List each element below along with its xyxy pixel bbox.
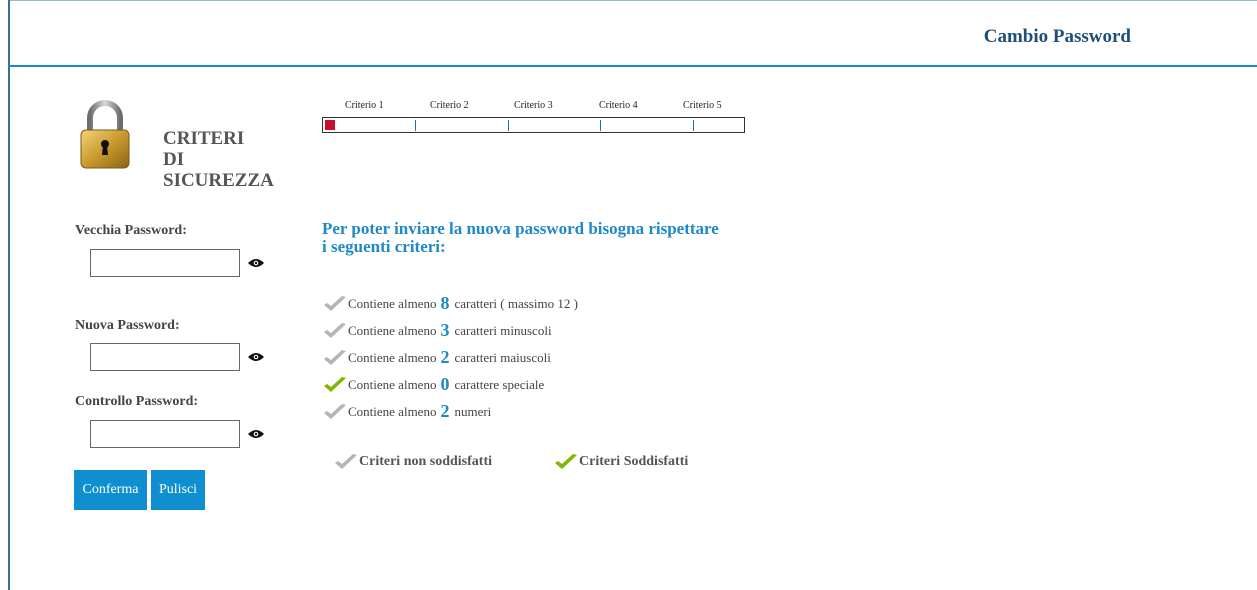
checkmark-gray-icon bbox=[335, 454, 357, 469]
eye-icon[interactable] bbox=[248, 258, 264, 268]
criterion-suffix: caratteri minuscoli bbox=[454, 322, 552, 338]
password-strength-bar bbox=[322, 117, 745, 133]
criterion-prefix: Contiene almeno bbox=[348, 349, 437, 365]
criterion-prefix: Contiene almeno bbox=[348, 376, 437, 392]
old-password-label: Vecchia Password: bbox=[75, 223, 187, 238]
new-password-input[interactable] bbox=[90, 343, 240, 371]
criterion-label: Criterio 1 bbox=[345, 100, 384, 111]
legend-satisfied: Criteri Soddisfatti bbox=[553, 452, 688, 472]
criterion-prefix: Contiene almeno bbox=[348, 403, 437, 419]
criterion-row: Contiene almeno 0 carattere speciale bbox=[322, 371, 578, 398]
page-title: Cambio Password bbox=[983, 26, 1131, 47]
checkmark-green-icon bbox=[555, 454, 577, 469]
criterion-count: 2 bbox=[440, 347, 450, 367]
criteria-list: Contiene almeno 8 caratteri ( massimo 12 )… bbox=[322, 290, 578, 425]
criterion-suffix: numeri bbox=[454, 403, 492, 419]
eye-icon[interactable] bbox=[248, 352, 264, 362]
header-divider bbox=[8, 65, 1257, 67]
title-line: DI bbox=[163, 149, 185, 170]
checkmark-icon bbox=[324, 322, 346, 338]
criterion-suffix: caratteri maiuscoli bbox=[454, 349, 551, 365]
new-password-label: Nuova Password: bbox=[75, 318, 180, 333]
checkmark-icon bbox=[324, 403, 346, 419]
legend-label: Criteri Soddisfatti bbox=[579, 454, 689, 469]
criterion-count: 0 bbox=[440, 374, 450, 394]
criterion-suffix: carattere speciale bbox=[454, 376, 545, 392]
confirm-password-input[interactable] bbox=[90, 420, 240, 448]
checkmark-icon bbox=[324, 349, 346, 365]
criterion-count: 2 bbox=[440, 401, 450, 421]
checkmark-icon bbox=[324, 295, 346, 311]
bar-divider bbox=[693, 120, 694, 131]
criterion-label: Criterio 5 bbox=[683, 100, 722, 111]
legend-label: Criteri non soddisfatti bbox=[359, 454, 492, 469]
criterion-count: 8 bbox=[440, 293, 450, 313]
criterion-label: Criterio 4 bbox=[599, 100, 638, 111]
criterion-label: Criterio 2 bbox=[430, 100, 469, 111]
eye-icon[interactable] bbox=[248, 429, 264, 439]
criterion-count: 3 bbox=[440, 320, 450, 340]
legend-not-satisfied: Criteri non soddisfatti bbox=[333, 452, 492, 472]
criterion-row: Contiene almeno 2 caratteri maiuscoli bbox=[322, 344, 578, 371]
title-line: CRITERI bbox=[163, 128, 245, 149]
criterion-row: Contiene almeno 3 caratteri minuscoli bbox=[322, 317, 578, 344]
strength-fill bbox=[325, 120, 335, 130]
criterion-prefix: Contiene almeno bbox=[348, 322, 437, 338]
criterion-suffix: caratteri ( massimo 12 ) bbox=[454, 295, 578, 311]
window-top-border bbox=[8, 0, 1257, 1]
criterion-prefix: Contiene almeno bbox=[348, 295, 437, 311]
padlock-icon bbox=[80, 100, 130, 169]
bar-divider bbox=[600, 120, 601, 131]
title-line: SICUREZZA bbox=[163, 170, 274, 191]
checkmark-icon bbox=[324, 376, 346, 392]
window-left-border bbox=[8, 0, 10, 590]
confirm-password-label: Controllo Password: bbox=[75, 394, 199, 409]
criterion-label: Criterio 3 bbox=[514, 100, 553, 111]
clear-button[interactable]: Pulisci bbox=[151, 470, 205, 510]
bar-divider bbox=[415, 120, 416, 131]
criterion-row: Contiene almeno 8 caratteri ( massimo 12 ) bbox=[322, 290, 578, 317]
criterion-row: Contiene almeno 2 numeri bbox=[322, 398, 578, 425]
bar-divider bbox=[508, 120, 509, 131]
criteria-intro: Per poter inviare la nuova password biso… bbox=[322, 219, 719, 256]
confirm-button[interactable]: Conferma bbox=[74, 470, 147, 510]
old-password-input[interactable] bbox=[90, 249, 240, 277]
security-criteria-title: CRITERI DI SICUREZZA bbox=[163, 128, 274, 191]
